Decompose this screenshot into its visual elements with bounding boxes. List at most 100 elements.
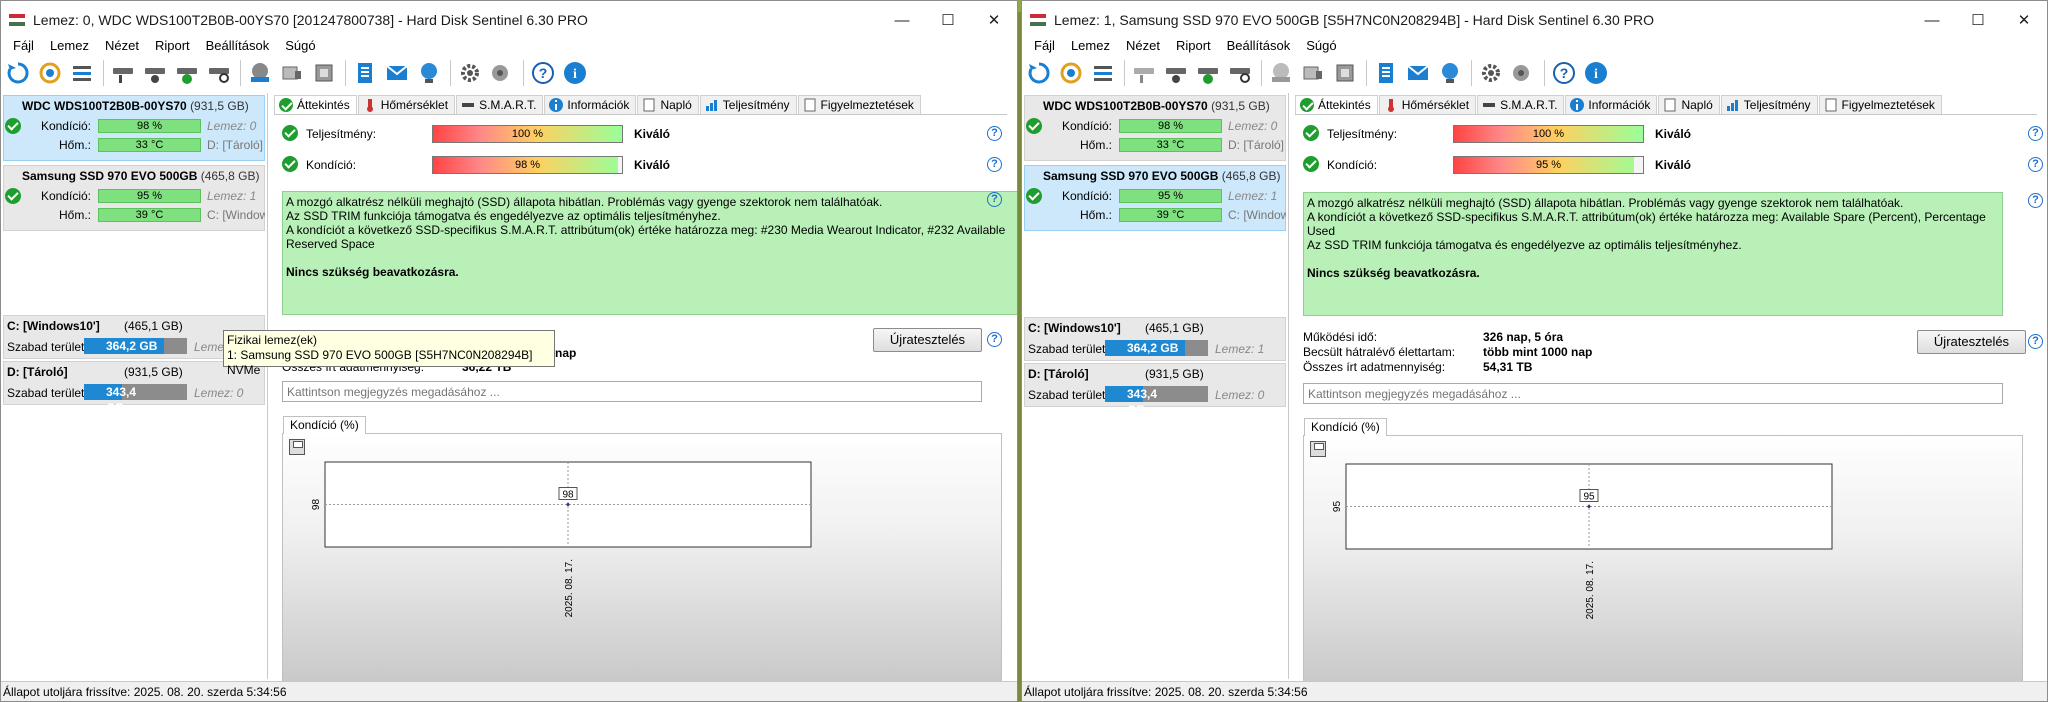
tab-performance[interactable]: Teljesítmény bbox=[699, 95, 797, 114]
menu-help[interactable]: Súgó bbox=[277, 38, 323, 53]
performance-bar: 100 % bbox=[432, 125, 623, 143]
disk-card-wdc[interactable]: WDC WDS100T2B0B-00YS70 (931,5 GB) Kondíc… bbox=[1024, 95, 1286, 161]
tab-overview[interactable]: Áttekintés bbox=[1295, 95, 1378, 114]
disk-card-samsung[interactable]: Samsung SSD 970 EVO 500GB (465,8 GB) Kon… bbox=[3, 165, 265, 231]
help-icon[interactable]: ? bbox=[2028, 334, 2043, 349]
free-space-bar: 343,4 GB bbox=[84, 384, 187, 415]
tab-alerts[interactable]: Figyelmeztetések bbox=[797, 95, 921, 114]
menu-file[interactable]: Fájl bbox=[5, 38, 42, 53]
tab-log[interactable]: Napló bbox=[1658, 95, 1720, 114]
chart-tab-condition[interactable]: Kondíció (%) bbox=[1304, 418, 1387, 436]
overview-content: Teljesítmény: 100 % Kiváló ? Kondíció: 9… bbox=[1295, 117, 2043, 688]
refresh-icon[interactable] bbox=[1024, 58, 1054, 88]
gear-icon[interactable] bbox=[1476, 58, 1506, 88]
thermometer-icon bbox=[366, 99, 373, 112]
disk-name: WDC WDS100T2B0B-00YS70 (931,5 GB) bbox=[22, 99, 249, 113]
menu-settings[interactable]: Beállítások bbox=[1219, 38, 1299, 53]
note-input[interactable] bbox=[282, 381, 982, 402]
refresh-all-icon[interactable] bbox=[35, 58, 65, 88]
title-bar[interactable]: Lemez: 1, Samsung SSD 970 EVO 500GB [S5H… bbox=[1022, 1, 2047, 39]
maximize-button[interactable]: ☐ bbox=[925, 1, 971, 39]
tab-overview[interactable]: Áttekintés bbox=[274, 95, 357, 114]
volume-card-d[interactable]: D: [Tároló] (931,5 GB) Szabad terület 343… bbox=[1024, 363, 1286, 417]
menu-settings[interactable]: Beállítások bbox=[198, 38, 278, 53]
disk-list-icon[interactable] bbox=[1088, 58, 1118, 88]
network-icon[interactable] bbox=[1435, 58, 1465, 88]
disk-list-icon[interactable] bbox=[67, 58, 97, 88]
retest-button[interactable]: Újratesztelés bbox=[1917, 330, 2026, 354]
tab-performance[interactable]: Teljesítmény bbox=[1720, 95, 1818, 114]
retest-button[interactable]: Újratesztelés bbox=[873, 328, 982, 352]
note-input[interactable] bbox=[1303, 383, 2003, 404]
refresh-all-icon[interactable] bbox=[1056, 58, 1086, 88]
sound-icon[interactable] bbox=[487, 58, 517, 88]
refresh-icon[interactable] bbox=[3, 58, 33, 88]
help-icon[interactable]: ? bbox=[987, 192, 1002, 207]
tab-smart[interactable]: S.M.A.R.T. bbox=[456, 95, 544, 114]
help-icon[interactable]: ? bbox=[2028, 126, 2043, 141]
tab-information[interactable]: Információk bbox=[1565, 95, 1658, 114]
disk-backup-icon[interactable] bbox=[1330, 58, 1360, 88]
report-icon[interactable] bbox=[1371, 58, 1401, 88]
disk-check-icon[interactable] bbox=[1193, 58, 1223, 88]
info-icon[interactable]: i bbox=[1581, 58, 1611, 88]
minimize-button[interactable]: — bbox=[1909, 1, 1955, 39]
gear-icon[interactable] bbox=[455, 58, 485, 88]
free-space-bar: 364,2 GB bbox=[1105, 340, 1208, 356]
disk-test-icon[interactable] bbox=[1129, 58, 1159, 88]
email-icon[interactable] bbox=[1403, 58, 1433, 88]
menu-view[interactable]: Nézet bbox=[97, 38, 147, 53]
email-icon[interactable] bbox=[382, 58, 412, 88]
help-icon[interactable]: ? bbox=[2028, 193, 2043, 208]
close-button[interactable]: ✕ bbox=[2001, 1, 2047, 39]
disk-surface-icon[interactable] bbox=[1161, 58, 1191, 88]
condition-row: Kondíció: 98 % Kiváló bbox=[282, 153, 1017, 175]
disk-eject-icon[interactable] bbox=[1266, 58, 1296, 88]
disk-backup-icon[interactable] bbox=[309, 58, 339, 88]
volume-card-c[interactable]: C: [Windows10'] (465,1 GB) Szabad terület… bbox=[1024, 317, 1286, 361]
disk-card-wdc[interactable]: WDC WDS100T2B0B-00YS70 (931,5 GB) Kondíc… bbox=[3, 95, 265, 161]
help-icon[interactable]: ? bbox=[2028, 157, 2043, 172]
tab-alerts[interactable]: Figyelmeztetések bbox=[1818, 95, 1942, 114]
menu-report[interactable]: Riport bbox=[147, 38, 198, 53]
menu-help[interactable]: Súgó bbox=[1298, 38, 1344, 53]
network-icon[interactable] bbox=[414, 58, 444, 88]
report-icon[interactable] bbox=[350, 58, 380, 88]
disk-cleanup-icon[interactable] bbox=[277, 58, 307, 88]
menu-report[interactable]: Riport bbox=[1168, 38, 1219, 53]
help-icon[interactable]: ? bbox=[528, 58, 558, 88]
title-bar[interactable]: Lemez: 0, WDC WDS100T2B0B-00YS70 [201247… bbox=[1, 1, 1017, 39]
menu-bar: Fájl Lemez Nézet Riport Beállítások Súgó bbox=[1, 35, 1017, 55]
disk-check-icon[interactable] bbox=[172, 58, 202, 88]
tab-temperature[interactable]: Hőmérséklet bbox=[1378, 95, 1477, 114]
disk-test-icon[interactable] bbox=[108, 58, 138, 88]
disk-cleanup-icon[interactable] bbox=[1298, 58, 1328, 88]
disk-card-samsung[interactable]: Samsung SSD 970 EVO 500GB (465,8 GB) Kon… bbox=[1024, 165, 1286, 231]
menu-disk[interactable]: Lemez bbox=[42, 38, 97, 53]
help-icon[interactable]: ? bbox=[987, 157, 1002, 172]
help-icon[interactable]: ? bbox=[987, 126, 1002, 141]
minimize-button[interactable]: — bbox=[879, 1, 925, 39]
tab-temperature[interactable]: Hőmérséklet bbox=[357, 95, 456, 114]
info-icon[interactable]: i bbox=[560, 58, 590, 88]
menu-disk[interactable]: Lemez bbox=[1063, 38, 1118, 53]
chart-tab-condition[interactable]: Kondíció (%) bbox=[283, 416, 366, 434]
menu-view[interactable]: Nézet bbox=[1118, 38, 1168, 53]
tab-smart[interactable]: S.M.A.R.T. bbox=[1477, 95, 1565, 114]
maximize-button[interactable]: ☐ bbox=[1955, 1, 2001, 39]
volume-card-d[interactable]: D: [Tároló] (931,5 GB) Szabad terület 343… bbox=[3, 361, 265, 415]
document-icon bbox=[1664, 98, 1676, 112]
ok-check-icon bbox=[1026, 118, 1042, 134]
tab-information[interactable]: Információk bbox=[544, 95, 637, 114]
close-button[interactable]: ✕ bbox=[971, 1, 1017, 39]
disk-search-icon[interactable] bbox=[1225, 58, 1255, 88]
menu-file[interactable]: Fájl bbox=[1026, 38, 1063, 53]
sound-icon[interactable] bbox=[1508, 58, 1538, 88]
help-icon[interactable]: ? bbox=[1549, 58, 1579, 88]
thermometer-icon bbox=[1387, 99, 1394, 112]
tab-log[interactable]: Napló bbox=[637, 95, 699, 114]
disk-eject-icon[interactable] bbox=[245, 58, 275, 88]
help-icon[interactable]: ? bbox=[987, 332, 1002, 347]
disk-surface-icon[interactable] bbox=[140, 58, 170, 88]
disk-search-icon[interactable] bbox=[204, 58, 234, 88]
